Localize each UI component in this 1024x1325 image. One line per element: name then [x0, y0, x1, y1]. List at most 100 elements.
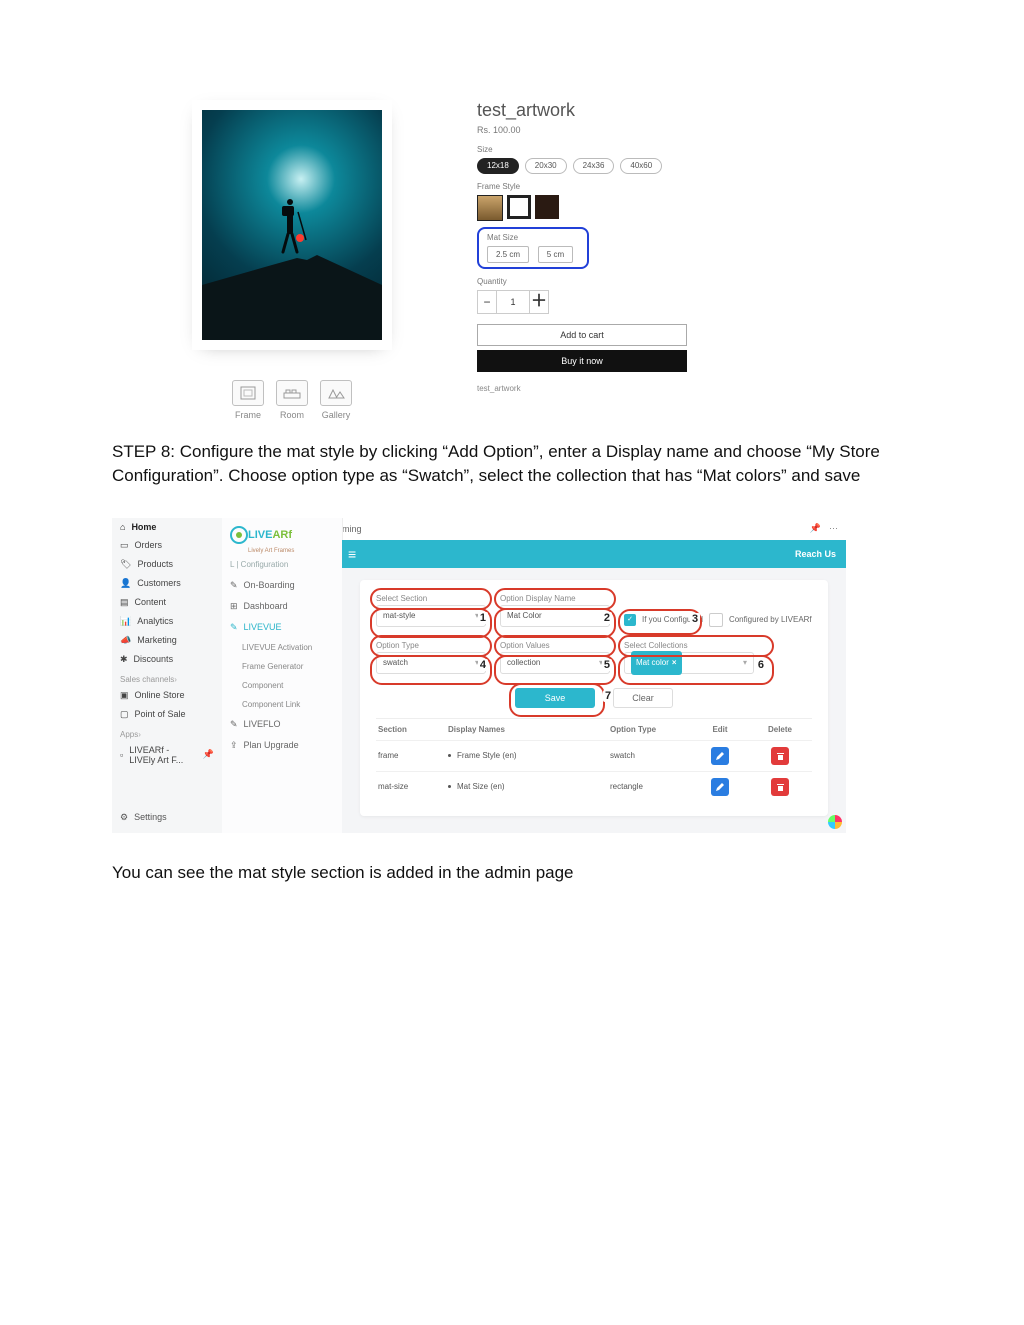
app-nav-item[interactable]: Component [222, 676, 342, 695]
chevron-down-icon: ▾ [599, 653, 603, 673]
shopify-nav-item[interactable]: 📣Marketing [112, 631, 222, 650]
rocket-icon: ✎ [230, 580, 238, 591]
shopify-nav-item[interactable]: 📊Analytics [112, 612, 222, 631]
thumb-frame[interactable]: Frame [232, 380, 264, 420]
livearf-logo-icon [230, 526, 248, 544]
sales-channels-heading: Sales channels› [112, 669, 222, 686]
frame-icon [240, 386, 256, 400]
thumb-gallery[interactable]: Gallery [320, 380, 352, 420]
field-display-name: 2 Option Display Name Mat Color [500, 594, 610, 627]
collections-multiselect[interactable]: Mat color× ▾ [624, 652, 754, 674]
hamburger-icon[interactable]: ≡ [348, 546, 356, 562]
analytics-icon: 📊 [120, 616, 131, 627]
chevron-down-icon: ▾ [475, 653, 479, 673]
shopify-nav-item[interactable]: 🏷Products [112, 555, 222, 574]
configured-checkbox[interactable]: ✓ [624, 614, 636, 626]
room-icon [283, 387, 301, 399]
product-image-column: Frame Room Gallery [147, 100, 437, 420]
app-nav-item[interactable]: ⇪Plan Upgrade [222, 735, 342, 756]
matsize-option[interactable]: 2.5 cm [487, 246, 529, 263]
app-nav-item[interactable]: Component Link [222, 695, 342, 714]
more-icon[interactable]: ⋯ [829, 523, 838, 534]
app-sidebar: LIVEARf Lively Art Frames L | Configurat… [222, 518, 343, 833]
app-nav-item[interactable]: LIVEVUE Activation [222, 638, 342, 657]
marketing-icon: 📣 [120, 635, 131, 646]
framestyle-swatch-white[interactable] [507, 195, 531, 219]
home-icon: ⌂ [120, 522, 125, 532]
view-mode-thumbnails: Frame Room Gallery [232, 380, 352, 420]
config-label: L | Configuration [222, 558, 342, 575]
floating-widget-icon[interactable] [828, 815, 842, 829]
buy-now-button[interactable]: Buy it now [477, 350, 687, 372]
app-nav-item[interactable]: Frame Generator [222, 657, 342, 676]
edit-button[interactable] [711, 778, 729, 796]
cell-display: Mat Size (en) [448, 782, 610, 791]
pin-icon[interactable]: 📌 [810, 523, 821, 534]
field-option-type: 4 Option Type swatch▾ [376, 641, 486, 674]
app-nav-item[interactable]: ✎LIVEFLO [222, 714, 342, 735]
size-option[interactable]: 12x18 [477, 158, 519, 174]
orders-icon: ▭ [120, 540, 129, 551]
shopify-nav-item[interactable]: ✱Discounts [112, 650, 222, 669]
plan-icon: ⇪ [230, 740, 238, 751]
field-select-collections: 6 Select Collections Mat color× ▾ [624, 641, 754, 674]
col-otype: Option Type [610, 725, 690, 734]
option-type-dropdown[interactable]: swatch▾ [376, 652, 486, 674]
save-button[interactable]: Save [515, 688, 595, 708]
product-price: Rs. 100.00 [477, 125, 877, 135]
app-nav-item[interactable]: ⊞Dashboard [222, 596, 342, 617]
col-edit: Edit [690, 725, 750, 734]
installed-app-item[interactable]: ▫LIVEARf - LIVEly Art F...📌 [112, 741, 222, 769]
document-page: Frame Room Gallery test_artwork Rs. 100.… [0, 0, 1024, 1283]
size-option[interactable]: 24x36 [573, 158, 615, 174]
pin-icon[interactable]: 📌 [203, 749, 214, 760]
delete-button[interactable] [771, 747, 789, 765]
add-to-cart-button[interactable]: Add to cart [477, 324, 687, 346]
app-nav-item[interactable]: ✎On-Boarding [222, 575, 342, 596]
framestyle-swatch-black[interactable] [535, 195, 559, 219]
rocket-icon: ✎ [230, 622, 238, 633]
matsize-option[interactable]: 5 cm [538, 246, 573, 263]
shopify-nav-item[interactable]: ⌂Home [112, 518, 222, 536]
app-topbar: ≡ Reach Us [342, 540, 846, 568]
configured-by-livearf-checkbox[interactable] [709, 613, 723, 627]
chevron-down-icon: ▾ [475, 606, 479, 626]
edit-button[interactable] [711, 747, 729, 765]
trash-icon [776, 751, 785, 761]
cart-buttons: Add to cart Buy it now [477, 324, 877, 372]
tag-icon: 🏷 [120, 559, 131, 570]
qty-minus-icon[interactable]: − [478, 291, 496, 313]
shopify-nav-item[interactable]: 👤Customers [112, 574, 222, 593]
gallery-icon [327, 387, 345, 399]
option-values-dropdown[interactable]: collection▾ [500, 652, 610, 674]
sales-channel-item[interactable]: ▢Point of Sale [112, 705, 222, 724]
chip-remove-icon: × [672, 653, 677, 673]
dash-icon: ⊞ [230, 601, 238, 612]
matsize-group: Mat Size 2.5 cm 5 cm [477, 227, 877, 269]
col-section: Section [378, 725, 448, 734]
clear-button[interactable]: Clear [613, 688, 673, 708]
content-icon: ▤ [120, 597, 129, 608]
size-options: 12x18 20x30 24x36 40x60 [477, 158, 877, 174]
sales-channel-item[interactable]: ▣Online Store [112, 686, 222, 705]
quantity-stepper[interactable]: − 1 ＋ [477, 290, 549, 314]
shopify-nav-item[interactable]: ▭Orders [112, 536, 222, 555]
pencil-icon [715, 782, 725, 792]
framestyle-swatch-wood[interactable] [477, 195, 503, 221]
settings-link[interactable]: ⚙ Settings [112, 808, 222, 827]
col-delete: Delete [750, 725, 810, 734]
app-nav-item[interactable]: ✎LIVEVUE [222, 617, 342, 638]
display-name-input[interactable]: Mat Color [500, 605, 610, 627]
thumb-room[interactable]: Room [276, 380, 308, 420]
size-option[interactable]: 20x30 [525, 158, 567, 174]
delete-button[interactable] [771, 778, 789, 796]
shopify-nav-item[interactable]: ▤Content [112, 593, 222, 612]
collection-chip[interactable]: Mat color× [631, 651, 682, 675]
select-section-dropdown[interactable]: mat-style▾ [376, 605, 486, 627]
size-option[interactable]: 40x60 [620, 158, 662, 174]
discounts-icon: ✱ [120, 654, 128, 665]
cell-otype: swatch [610, 751, 690, 760]
reach-us-button[interactable]: Reach Us [795, 549, 836, 559]
store-icon: ▣ [120, 690, 129, 701]
qty-plus-icon[interactable]: ＋ [530, 291, 548, 313]
